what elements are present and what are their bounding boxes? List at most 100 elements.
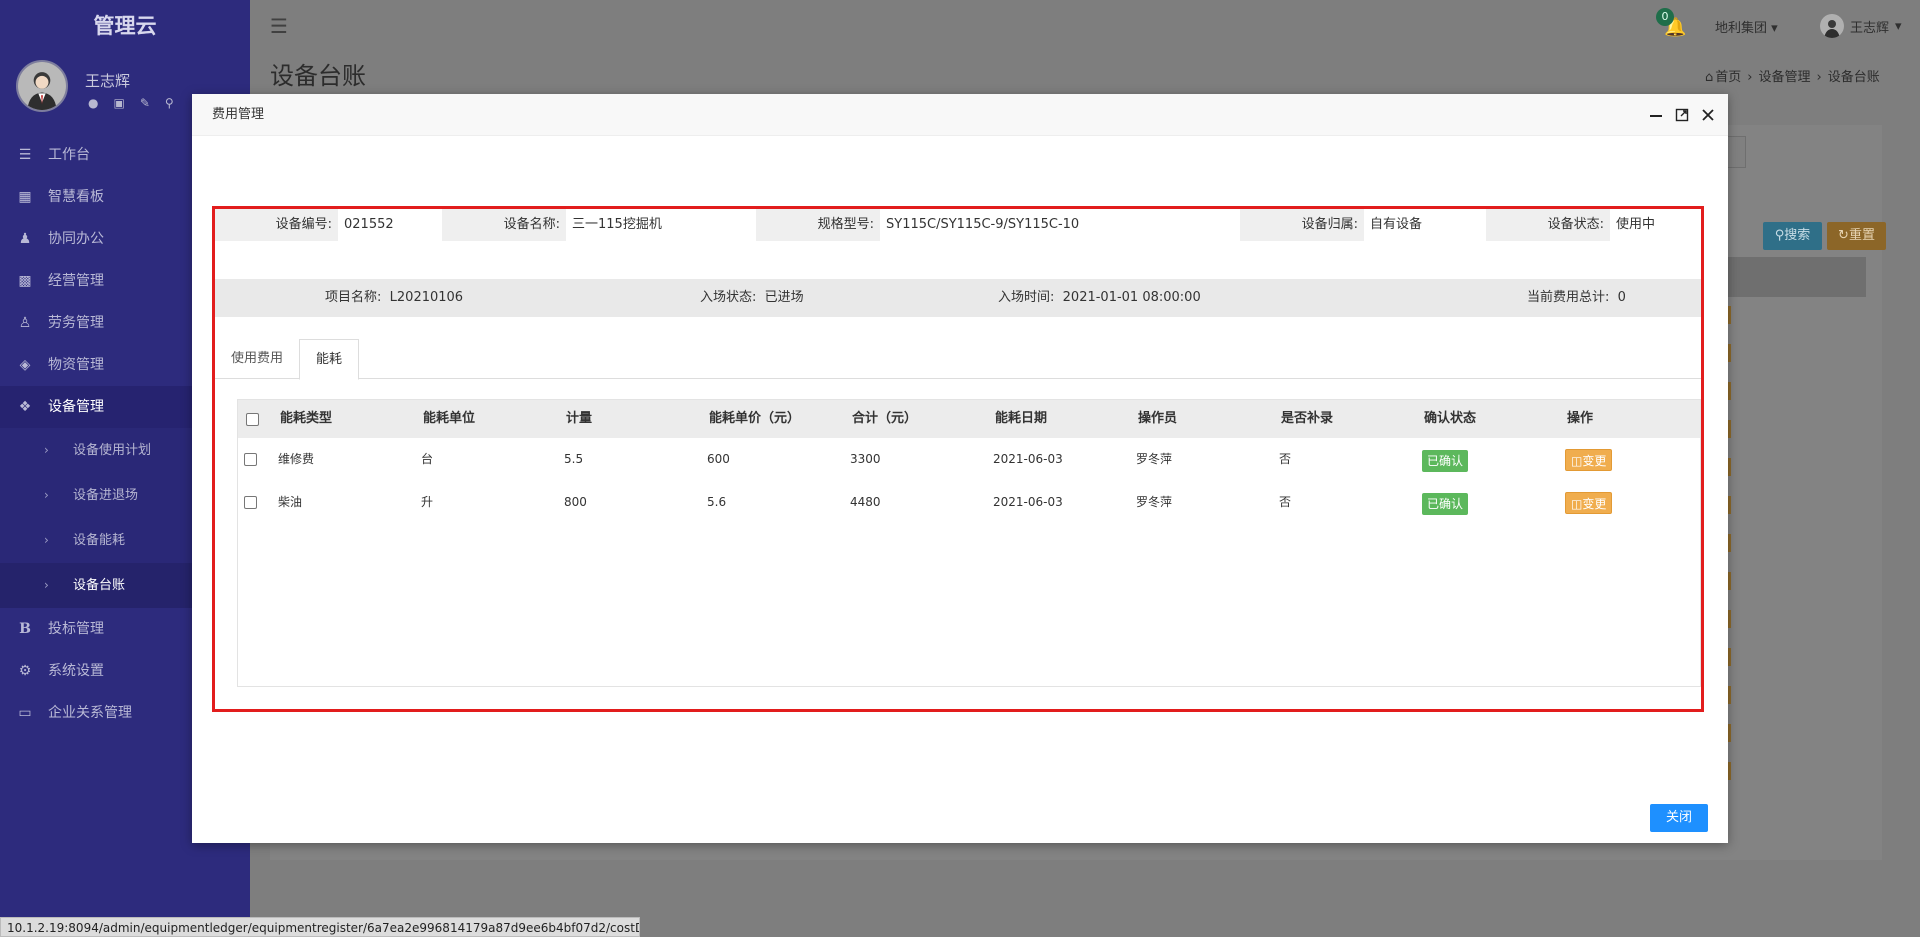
column-header[interactable]: 确认状态 (1424, 400, 1476, 438)
equipment-info-row: 设备编号: 021552 设备名称: 三一115挖掘机 规格型号: SY115C… (215, 209, 1701, 241)
table-header: 能耗类型 能耗单位 计量 能耗单价（元） 合计（元） 能耗日期 操作员 是否补录… (238, 400, 1700, 438)
column-header[interactable]: 计量 (566, 400, 592, 438)
notification-badge: 0 (1656, 8, 1674, 26)
edit-icon[interactable]: ✎ (140, 96, 150, 110)
notification-bell[interactable]: 🔔 0 (1655, 8, 1686, 42)
modal-title: 费用管理 (212, 107, 265, 122)
cell-supplement: 否 (1279, 452, 1292, 466)
column-header[interactable]: 操作员 (1138, 400, 1177, 438)
project-name-value: L20210106 (389, 290, 464, 305)
reset-button[interactable]: ↻重置 (1827, 222, 1886, 250)
model-value: SY115C/SY115C-9/SY115C-10 (880, 209, 1240, 241)
column-header[interactable]: 能耗日期 (995, 400, 1047, 438)
cell-date: 2021-06-03 (993, 495, 1063, 509)
cell-quantity: 5.5 (564, 452, 584, 466)
change-button[interactable]: ◫变更 (1565, 492, 1613, 514)
desktop-icon: ▭ (18, 705, 32, 721)
project-name: 项目名称: L20210106 (325, 279, 463, 317)
cost-tabs: 使用费用 能耗 (215, 339, 1701, 380)
column-header[interactable]: 能耗类型 (280, 400, 332, 438)
ownership-value: 自有设备 (1364, 209, 1482, 241)
cell-quantity: 800 (564, 495, 587, 509)
cost-total-label: 当前费用总计: (1527, 290, 1610, 305)
column-header[interactable]: 是否补录 (1281, 400, 1333, 438)
close-modal-button[interactable] (1700, 94, 1716, 136)
org-dropdown[interactable]: 地利集团 ▾ (1715, 17, 1778, 36)
project-info-row: 项目名称: L20210106 入场状态: 已进场 入场时间: 2021-01-… (215, 279, 1701, 317)
user-dropdown[interactable]: 王志辉 ▾ (1820, 12, 1902, 40)
minimize-icon (1650, 115, 1662, 117)
column-header[interactable]: 能耗单价（元） (709, 400, 800, 438)
maximize-icon (1675, 108, 1689, 122)
breadcrumb-home[interactable]: 首页 (1715, 70, 1741, 85)
menu-toggle-icon[interactable]: ☰ (270, 14, 288, 38)
column-header[interactable]: 能耗单位 (423, 400, 475, 438)
reset-button-label: 重置 (1848, 228, 1875, 243)
search-button[interactable]: ⚲搜索 (1763, 222, 1822, 250)
cube-icon: ◈ (19, 357, 31, 373)
chevron-right-icon: › (44, 578, 49, 592)
cell-date: 2021-06-03 (993, 452, 1063, 466)
user-tools: ● ▣ ✎ ⚲ (88, 96, 174, 110)
sidebar-item-label: 物资管理 (48, 357, 104, 373)
refresh-icon: ↻ (1838, 228, 1849, 243)
status-badge: 已确认 (1422, 450, 1469, 472)
sidebar-item-label: 协同办公 (48, 231, 104, 247)
status-url: 10.1.2.19:8094/admin/equipmentledger/equ… (0, 917, 640, 937)
cost-total-value: 0 (1617, 290, 1626, 305)
change-button-label: 变更 (1582, 497, 1607, 511)
home-icon: ⌂ (1705, 70, 1714, 85)
caret-down-icon: ▾ (1771, 21, 1778, 36)
column-header[interactable]: 操作 (1567, 400, 1593, 438)
ownership-label: 设备归属: (1240, 209, 1364, 241)
sidebar-item-label: 企业关系管理 (48, 705, 132, 721)
profile-icon[interactable]: ● (88, 96, 98, 110)
sidebar-item-label: 投标管理 (48, 621, 104, 637)
cell-total: 4480 (850, 495, 881, 509)
close-button[interactable]: 关闭 (1650, 804, 1708, 832)
sidebar-item-label: 经营管理 (48, 273, 104, 289)
cell-price: 5.6 (707, 495, 727, 509)
background-table-header (1720, 257, 1866, 297)
worker-icon: ♙ (18, 315, 32, 331)
cell-supplement: 否 (1279, 495, 1292, 509)
monitor-board-icon: ▦ (18, 189, 32, 205)
cell-total: 3300 (850, 452, 881, 466)
breadcrumb-equipment[interactable]: 设备管理 (1758, 70, 1810, 85)
equipment-name-label: 设备名称: (442, 209, 566, 241)
entry-status: 入场状态: 已进场 (700, 279, 804, 317)
row-checkbox[interactable] (244, 496, 257, 509)
brand-logo: 管理云 (93, 14, 157, 38)
row-checkbox[interactable] (244, 453, 257, 466)
equipment-name-value: 三一115挖掘机 (566, 209, 752, 241)
cell-price: 600 (707, 452, 730, 466)
close-icon (1702, 109, 1714, 121)
user-avatar[interactable] (16, 60, 68, 112)
id-card-icon[interactable]: ▣ (113, 96, 124, 110)
highlight-frame: 设备编号: 021552 设备名称: 三一115挖掘机 规格型号: SY115C… (212, 206, 1704, 712)
entry-status-label: 入场状态: (700, 290, 757, 305)
tab-energy[interactable]: 能耗 (299, 339, 360, 380)
entry-time-value: 2021-01-01 08:00:00 (1062, 290, 1201, 305)
table-row[interactable]: 柴油 升 800 5.6 4480 2021-06-03 罗冬萍 否 已确认 ◫… (238, 481, 1700, 524)
minimize-button[interactable] (1648, 94, 1664, 136)
breadcrumb-ledger: 设备台账 (1827, 70, 1880, 85)
cost-management-modal: 费用管理 设备编号: 021552 设备名称: 三一115挖掘机 规格型号: S… (192, 94, 1728, 843)
column-header[interactable]: 合计（元） (852, 400, 917, 438)
key-icon[interactable]: ⚲ (165, 96, 174, 110)
change-button[interactable]: ◫变更 (1565, 449, 1613, 471)
page-title: 设备台账 (270, 62, 366, 90)
select-all-checkbox[interactable] (246, 413, 259, 426)
change-button-label: 变更 (1582, 454, 1607, 468)
equipment-code-value: 021552 (338, 209, 438, 241)
maximize-button[interactable] (1674, 94, 1690, 136)
dashboard-icon: ☰ (18, 147, 32, 163)
energy-table: 能耗类型 能耗单位 计量 能耗单价（元） 合计（元） 能耗日期 操作员 是否补录… (237, 399, 1701, 687)
tab-usage-cost[interactable]: 使用费用 (215, 339, 299, 379)
sidebar-user-name: 王志辉 (85, 72, 131, 90)
modal-header: 费用管理 (192, 94, 1728, 136)
table-row[interactable]: 维修费 台 5.5 600 3300 2021-06-03 罗冬萍 否 已确认 … (238, 438, 1700, 481)
top-bar: ☰ 🔔 0 地利集团 ▾ 王志辉 ▾ (250, 0, 1920, 52)
folder-icon: ◫ (1571, 454, 1583, 468)
caret-down-icon: ▾ (1895, 18, 1902, 34)
